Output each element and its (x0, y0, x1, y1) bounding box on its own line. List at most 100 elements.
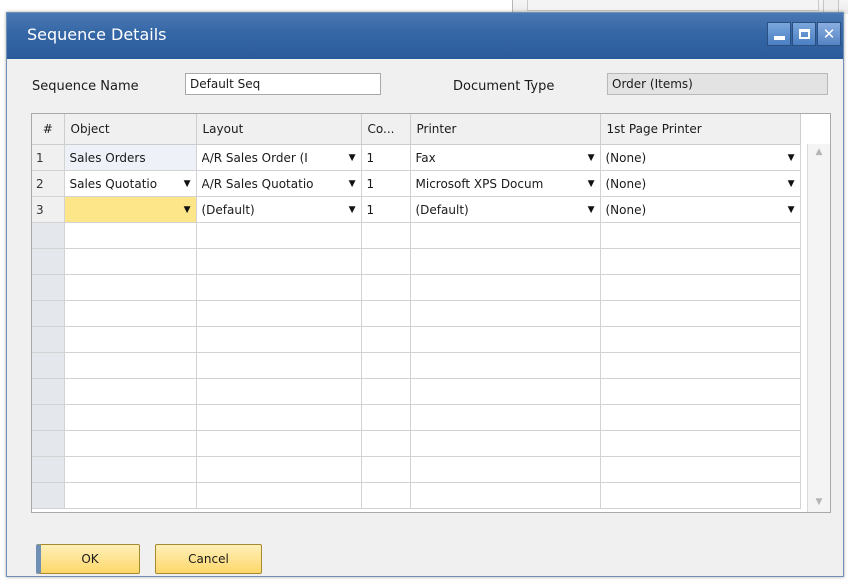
row-number[interactable] (32, 378, 65, 405)
layout-cell[interactable]: A/R Sales Quotatio ▼ (196, 170, 362, 197)
first-page-printer-cell[interactable]: (None) ▼ (600, 170, 801, 197)
printer-cell[interactable] (410, 352, 601, 379)
maximize-button[interactable] (792, 22, 816, 46)
copies-cell[interactable]: 1 (361, 170, 411, 197)
row-number[interactable] (32, 404, 65, 431)
first-page-printer-cell[interactable] (600, 430, 801, 457)
dropdown-arrow-icon[interactable]: ▼ (184, 179, 191, 189)
copies-cell[interactable] (361, 482, 411, 509)
column-header-copies[interactable]: Co... (361, 114, 411, 145)
object-cell[interactable] (64, 274, 197, 301)
object-cell[interactable]: ▼ (64, 196, 197, 223)
row-number[interactable] (32, 326, 65, 353)
layout-cell[interactable] (196, 482, 362, 509)
sequence-name-input[interactable] (185, 73, 381, 95)
object-cell[interactable] (64, 430, 197, 457)
object-cell[interactable] (64, 248, 197, 275)
first-page-printer-cell[interactable] (600, 404, 801, 431)
dropdown-arrow-icon[interactable]: ▼ (588, 153, 595, 163)
first-page-printer-cell[interactable] (600, 274, 801, 301)
object-cell[interactable]: Sales Quotatio ▼ (64, 170, 197, 197)
layout-cell[interactable] (196, 352, 362, 379)
layout-cell[interactable]: (Default) ▼ (196, 196, 362, 223)
object-cell[interactable] (64, 352, 197, 379)
row-number[interactable] (32, 456, 65, 483)
copies-cell[interactable] (361, 456, 411, 483)
scroll-down-icon[interactable]: ▼ (808, 494, 830, 510)
copies-cell[interactable] (361, 248, 411, 275)
row-number[interactable] (32, 352, 65, 379)
layout-cell[interactable] (196, 456, 362, 483)
object-cell[interactable] (64, 300, 197, 327)
object-cell[interactable] (64, 378, 197, 405)
row-number[interactable] (32, 248, 65, 275)
printer-cell[interactable] (410, 300, 601, 327)
printer-cell[interactable]: Microsoft XPS Docum ▼ (410, 170, 601, 197)
first-page-printer-cell[interactable] (600, 326, 801, 353)
dropdown-arrow-icon[interactable]: ▼ (788, 179, 795, 189)
cancel-button[interactable]: Cancel (155, 544, 262, 574)
row-number[interactable] (32, 430, 65, 457)
copies-cell[interactable] (361, 404, 411, 431)
first-page-printer-cell[interactable] (600, 378, 801, 405)
printer-cell[interactable] (410, 430, 601, 457)
layout-cell[interactable] (196, 404, 362, 431)
copies-cell[interactable] (361, 430, 411, 457)
printer-cell[interactable] (410, 222, 601, 249)
layout-cell[interactable] (196, 430, 362, 457)
first-page-printer-cell[interactable] (600, 456, 801, 483)
printer-cell[interactable] (410, 248, 601, 275)
dropdown-arrow-icon[interactable]: ▼ (184, 205, 191, 215)
layout-cell[interactable] (196, 274, 362, 301)
layout-cell[interactable] (196, 378, 362, 405)
dropdown-arrow-icon[interactable]: ▼ (349, 179, 356, 189)
copies-cell[interactable] (361, 326, 411, 353)
dropdown-arrow-icon[interactable]: ▼ (349, 153, 356, 163)
row-number[interactable]: 3 (32, 196, 65, 223)
close-button[interactable]: ✕ (817, 22, 841, 46)
printer-cell[interactable] (410, 326, 601, 353)
object-cell[interactable] (64, 404, 197, 431)
column-header-first-page-printer[interactable]: 1st Page Printer (600, 114, 801, 145)
dropdown-arrow-icon[interactable]: ▼ (588, 205, 595, 215)
row-number[interactable] (32, 274, 65, 301)
dropdown-arrow-icon[interactable]: ▼ (588, 179, 595, 189)
row-number[interactable] (32, 222, 65, 249)
printer-cell[interactable] (410, 482, 601, 509)
object-cell[interactable]: Sales Orders (64, 144, 197, 171)
first-page-printer-cell[interactable] (600, 248, 801, 275)
first-page-printer-cell[interactable]: (None) ▼ (600, 144, 801, 171)
column-header-object[interactable]: Object (64, 114, 197, 145)
copies-cell[interactable]: 1 (361, 144, 411, 171)
object-cell[interactable] (64, 482, 197, 509)
printer-cell[interactable] (410, 274, 601, 301)
row-number[interactable]: 2 (32, 170, 65, 197)
first-page-printer-cell[interactable] (600, 482, 801, 509)
first-page-printer-cell[interactable]: (None) ▼ (600, 196, 801, 223)
dropdown-arrow-icon[interactable]: ▼ (788, 205, 795, 215)
layout-cell[interactable] (196, 248, 362, 275)
layout-cell[interactable] (196, 300, 362, 327)
printer-cell[interactable] (410, 456, 601, 483)
printer-cell[interactable] (410, 404, 601, 431)
copies-cell[interactable] (361, 378, 411, 405)
scroll-up-icon[interactable]: ▲ (808, 144, 830, 160)
first-page-printer-cell[interactable] (600, 222, 801, 249)
row-number[interactable] (32, 482, 65, 509)
object-cell[interactable] (64, 326, 197, 353)
printer-cell[interactable]: Fax ▼ (410, 144, 601, 171)
copies-cell[interactable] (361, 274, 411, 301)
column-header-printer[interactable]: Printer (410, 114, 601, 145)
vertical-scrollbar[interactable]: ▲ ▼ (807, 144, 830, 512)
column-header-layout[interactable]: Layout (196, 114, 362, 145)
layout-cell[interactable] (196, 222, 362, 249)
object-cell[interactable] (64, 456, 197, 483)
copies-cell[interactable]: 1 (361, 196, 411, 223)
printer-cell[interactable]: (Default) ▼ (410, 196, 601, 223)
copies-cell[interactable] (361, 352, 411, 379)
column-header-number[interactable]: # (32, 114, 65, 145)
dropdown-arrow-icon[interactable]: ▼ (788, 153, 795, 163)
title-bar[interactable]: Sequence Details ✕ (7, 13, 843, 59)
ok-button[interactable]: OK (36, 544, 140, 574)
layout-cell[interactable]: A/R Sales Order (I ▼ (196, 144, 362, 171)
